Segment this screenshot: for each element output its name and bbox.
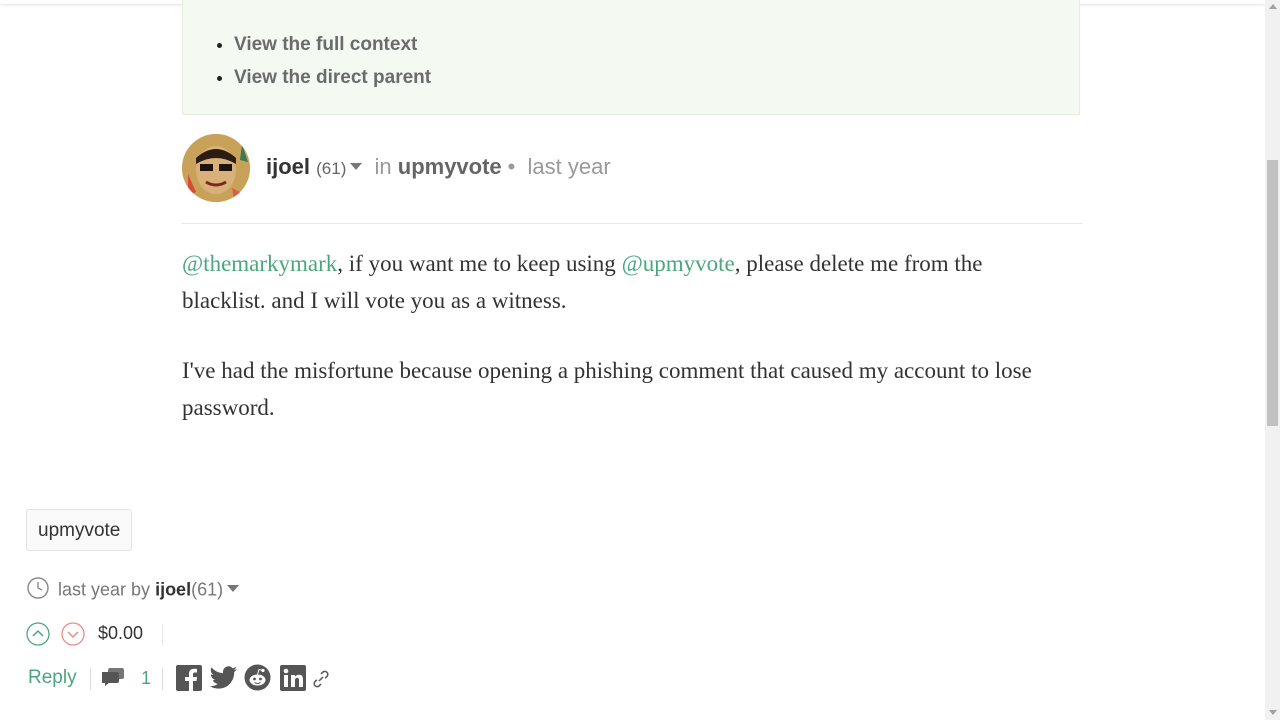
context-links: View the full context View the direct pa…	[234, 28, 431, 94]
timestamp-text[interactable]: last year by	[58, 579, 150, 599]
reply-button[interactable]: Reply	[28, 667, 77, 689]
post-author-header: ijoel (61) in upmyvote • last year	[182, 134, 1082, 202]
dropdown-caret-icon[interactable]	[227, 585, 240, 592]
tag-upmyvote[interactable]: upmyvote	[26, 509, 133, 551]
scroll-up-arrow-icon[interactable]	[1269, 4, 1277, 9]
clock-icon	[26, 576, 50, 605]
context-notice: View the full context View the direct pa…	[182, 0, 1080, 115]
author-reputation: (61)	[316, 159, 347, 178]
payout-value[interactable]: $0.00	[98, 623, 143, 644]
vertical-scrollbar[interactable]	[1265, 0, 1280, 720]
community-link[interactable]: upmyvote	[398, 154, 502, 179]
dropdown-caret-icon[interactable]	[350, 162, 363, 170]
mention-link[interactable]: @upmyvote	[622, 251, 735, 276]
action-divider	[90, 668, 91, 690]
reddit-icon[interactable]	[244, 664, 271, 696]
author-name[interactable]: ijoel	[266, 154, 310, 179]
post-body: @themarkymark, if you want me to keep us…	[182, 246, 1062, 460]
post-paragraph-1: @themarkymark, if you want me to keep us…	[182, 246, 1062, 319]
scroll-down-arrow-icon[interactable]	[1269, 710, 1277, 715]
post-paragraph-2: I've had the misfortune because opening …	[182, 358, 1032, 420]
share-divider	[162, 668, 163, 690]
comments-icon	[101, 668, 131, 691]
downvote-icon[interactable]	[61, 622, 85, 651]
facebook-icon[interactable]	[176, 665, 202, 696]
view-direct-parent-link[interactable]: View the direct parent	[234, 61, 431, 94]
in-label: in	[374, 154, 392, 179]
twitter-icon[interactable]	[209, 666, 238, 695]
avatar[interactable]	[182, 134, 250, 202]
comments-link[interactable]: 1	[101, 667, 152, 692]
scrollbar-thumb[interactable]	[1267, 160, 1278, 426]
vote-divider	[162, 624, 163, 646]
post-time[interactable]: last year	[528, 154, 611, 179]
separator-dot: •	[507, 154, 516, 179]
post-text: , if you want me to keep using	[337, 251, 622, 276]
timestamp-author[interactable]: ijoel	[155, 579, 191, 599]
mention-link[interactable]: @themarkymark	[182, 251, 337, 276]
header-divider	[182, 223, 1082, 224]
upvote-icon[interactable]	[26, 622, 50, 651]
comment-count: 1	[141, 668, 152, 689]
author-meta: ijoel (61) in upmyvote • last year	[266, 154, 611, 180]
timestamp-reputation: (61)	[191, 579, 224, 600]
timestamp-row: last year by ijoel(61)	[26, 576, 245, 605]
view-full-context-link[interactable]: View the full context	[234, 28, 431, 61]
link-icon[interactable]	[312, 670, 330, 693]
linkedin-icon[interactable]	[280, 665, 306, 696]
